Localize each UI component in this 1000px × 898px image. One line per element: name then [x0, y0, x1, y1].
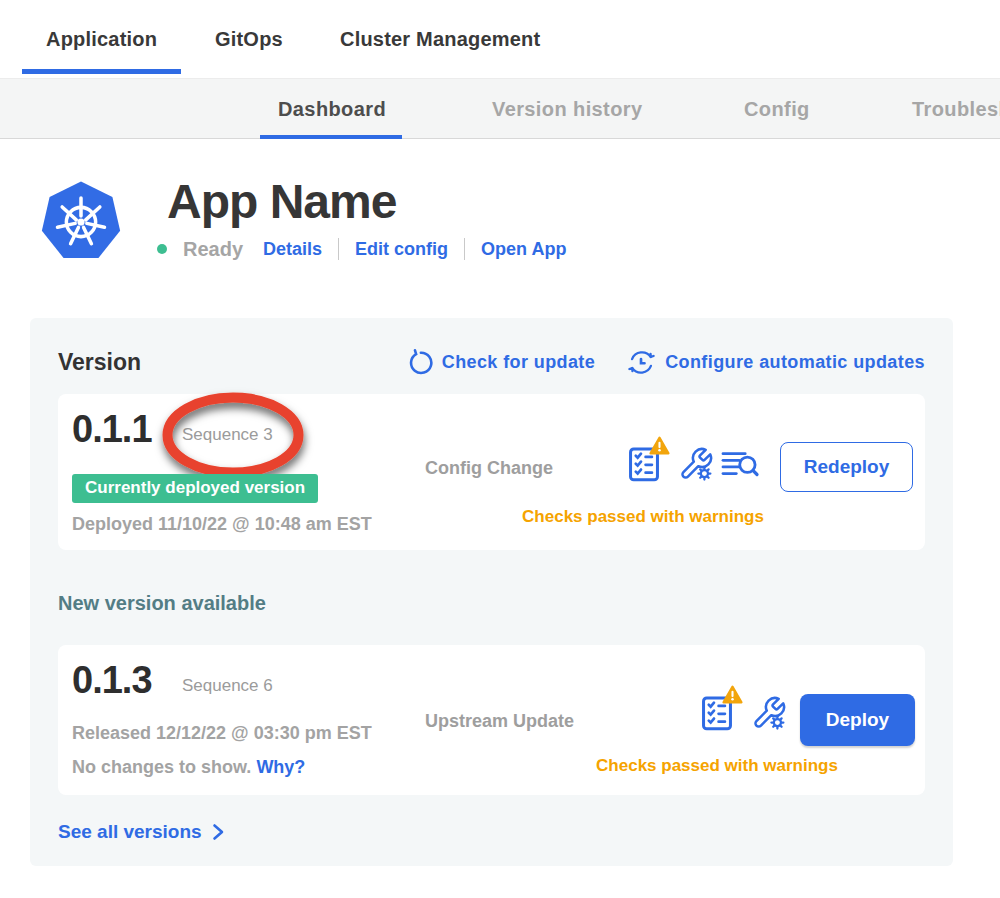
app-title: App Name	[167, 178, 566, 227]
chevron-right-icon	[210, 822, 226, 842]
tab-version-history-label: Version history	[492, 98, 643, 121]
currently-deployed-badge: Currently deployed version	[72, 474, 318, 503]
warning-triangle-icon	[649, 436, 670, 455]
version-heading: Version	[58, 349, 141, 376]
app-header: App Name Ready Details Edit config Open …	[38, 178, 566, 266]
config-wrench-icon[interactable]	[678, 446, 714, 482]
warning-triangle-icon	[722, 685, 743, 704]
see-all-versions-link[interactable]: See all versions	[58, 821, 925, 843]
deployed-version-card: 0.1.1 Sequence 3 Currently deployed vers…	[58, 394, 925, 550]
tab-config-label: Config	[744, 98, 810, 121]
no-changes-text: No changes to show. Why?	[72, 757, 305, 778]
view-files-icon[interactable]	[720, 447, 760, 481]
secondary-nav: Dashboard Version history Config Trouble…	[0, 78, 1000, 139]
preflight-checks-icon-wrap[interactable]	[625, 444, 663, 484]
deployed-check-icons	[625, 444, 760, 484]
available-source-label: Upstream Update	[425, 711, 574, 732]
configure-automatic-updates-link[interactable]: Configure automatic updates	[627, 348, 925, 377]
tab-version-history[interactable]: Version history	[492, 79, 643, 139]
configure-automatic-updates-label: Configure automatic updates	[665, 352, 925, 373]
available-version-number: 0.1.3	[72, 659, 152, 702]
tab-troubleshoot-label: Troubleshoot	[912, 98, 1000, 121]
see-all-versions-label: See all versions	[58, 821, 202, 843]
open-app-link[interactable]: Open App	[481, 239, 566, 260]
divider	[338, 238, 339, 260]
preflight-checks-icon-wrap[interactable]	[698, 693, 736, 733]
deployed-source-label: Config Change	[425, 458, 553, 479]
available-version-sequence: Sequence 6	[182, 676, 273, 696]
tab-dashboard[interactable]: Dashboard	[278, 79, 386, 139]
version-panel-header: Version Check for update	[58, 348, 925, 376]
auto-update-schedule-icon	[627, 348, 656, 377]
edit-config-link[interactable]: Edit config	[355, 239, 448, 260]
version-panel: Version Check for update	[30, 318, 953, 866]
tab-cluster-management-label: Cluster Management	[340, 28, 540, 51]
tab-gitops-label: GitOps	[215, 28, 283, 51]
tab-config[interactable]: Config	[744, 79, 810, 139]
deployed-version-sequence: Sequence 3	[182, 425, 273, 445]
divider	[464, 238, 465, 260]
deployed-version-number: 0.1.1	[72, 408, 152, 451]
why-link[interactable]: Why?	[256, 757, 305, 777]
tab-cluster-management[interactable]: Cluster Management	[340, 0, 540, 78]
released-at-text: Released 12/12/22 @ 03:30 pm EST	[72, 723, 372, 744]
config-wrench-icon[interactable]	[751, 695, 787, 731]
available-check-icons	[698, 693, 793, 733]
tab-troubleshoot[interactable]: Troubleshoot	[912, 79, 1000, 139]
redeploy-button[interactable]: Redeploy	[780, 442, 913, 492]
tab-dashboard-label: Dashboard	[278, 98, 386, 121]
check-for-update-label: Check for update	[442, 352, 595, 373]
status-text: Ready	[183, 238, 243, 261]
tab-application-label: Application	[46, 28, 157, 51]
deployed-checks-status: Checks passed with warnings	[503, 507, 783, 527]
details-link[interactable]: Details	[263, 239, 322, 260]
tab-application[interactable]: Application	[46, 0, 157, 78]
app-status-row: Ready Details Edit config Open App	[157, 238, 566, 261]
available-version-card: 0.1.3 Sequence 6 Released 12/12/22 @ 03:…	[58, 645, 925, 795]
refresh-icon	[406, 349, 433, 376]
version-actions: Check for update Configure automatic upd…	[406, 348, 925, 377]
no-changes-label: No changes to show.	[72, 757, 251, 777]
primary-nav: Application GitOps Cluster Management	[0, 0, 1000, 78]
deployed-at-text: Deployed 11/10/22 @ 10:48 am EST	[72, 514, 372, 535]
status-dot-icon	[157, 244, 167, 254]
new-version-heading: New version available	[58, 592, 925, 615]
tab-gitops[interactable]: GitOps	[215, 0, 283, 78]
available-checks-status: Checks passed with warnings	[577, 756, 857, 776]
app-title-block: App Name Ready Details Edit config Open …	[167, 178, 566, 266]
deploy-button[interactable]: Deploy	[800, 694, 915, 746]
check-for-update-link[interactable]: Check for update	[406, 349, 595, 376]
kubernetes-logo	[38, 178, 124, 266]
